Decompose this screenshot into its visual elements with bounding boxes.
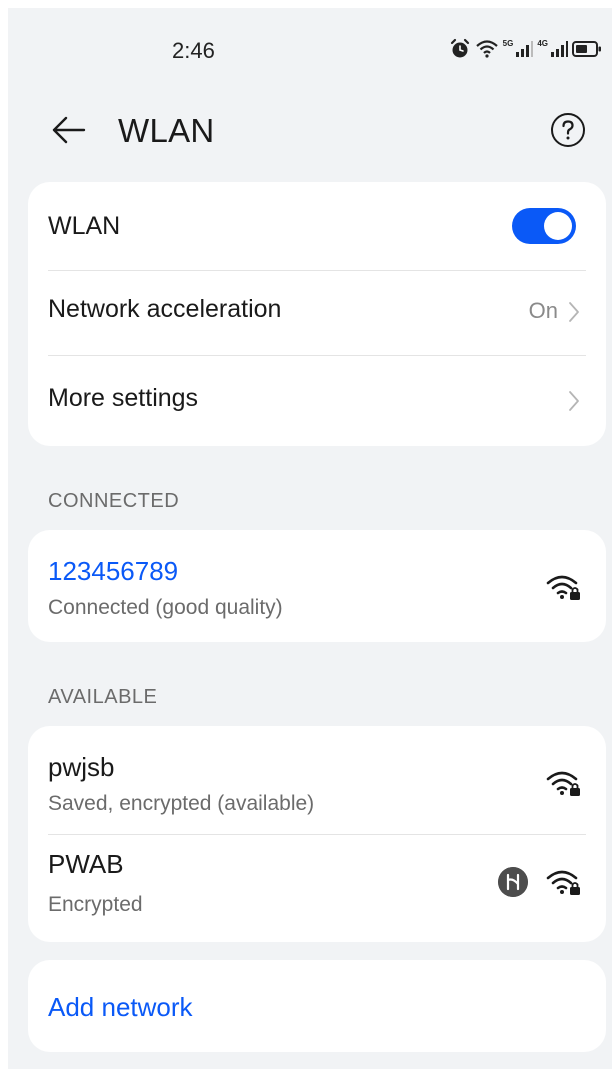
wlan-toggle[interactable] xyxy=(512,208,576,244)
network-name: pwjsb xyxy=(48,752,115,782)
wlan-label: WLAN xyxy=(48,212,121,240)
alarm-icon xyxy=(450,38,469,58)
network-acceleration-label: Network acceleration xyxy=(48,295,282,323)
wifi-lock-icon xyxy=(546,575,580,600)
available-networks-card: pwjsb Saved, encrypted (available) PWAB … xyxy=(28,726,606,942)
chevron-right-icon xyxy=(569,391,579,411)
wifi-lock-icon xyxy=(546,771,580,796)
add-network-card[interactable]: Add network xyxy=(28,960,606,1052)
network-status: Encrypted xyxy=(48,893,143,916)
more-settings-label: More settings xyxy=(48,384,199,412)
network-acceleration-value: On xyxy=(528,298,558,323)
wifi-lock-icon xyxy=(546,870,580,895)
more-settings-row[interactable]: More settings xyxy=(48,356,586,444)
cell-signal-icon xyxy=(516,41,534,57)
question-circle-icon[interactable] xyxy=(550,112,586,148)
connected-network-card[interactable]: 123456789 Connected (good quality) xyxy=(28,530,606,642)
status-time: 2:46 xyxy=(172,38,215,63)
battery-icon xyxy=(572,41,601,57)
network-item[interactable]: pwjsb Saved, encrypted (available) xyxy=(28,726,606,834)
network-item[interactable]: PWAB Encrypted xyxy=(28,835,606,942)
wlan-toggle-row[interactable]: WLAN xyxy=(48,182,586,270)
cell-signal-icon xyxy=(551,41,568,57)
add-network-button[interactable]: Add network xyxy=(48,992,193,1023)
network1-label: 5G xyxy=(502,38,514,48)
toggle-knob xyxy=(544,212,572,240)
network-status: Saved, encrypted (available) xyxy=(48,792,315,815)
available-section-header: AVAILABLE xyxy=(48,686,158,708)
status-icons: 5G 4G xyxy=(449,38,602,60)
wifi-signal-icon xyxy=(475,40,498,58)
connected-section-header: CONNECTED xyxy=(48,490,180,512)
network-name: PWAB xyxy=(48,849,124,879)
network-acceleration-row[interactable]: Network acceleration On xyxy=(48,271,586,355)
connected-network-status: Connected (good quality) xyxy=(48,596,283,619)
connected-network-name: 123456789 xyxy=(48,556,179,586)
wlan-settings-screen: 2:46 5G 4G WLAN WLAN Network acceleratio… xyxy=(8,8,612,1069)
settings-card: WLAN Network acceleration On More settin… xyxy=(28,182,606,446)
network2-label: 4G xyxy=(537,38,548,48)
status-bar: 2:46 5G 4G xyxy=(8,8,612,88)
share-hotspot-icon xyxy=(498,867,528,897)
page-title: WLAN xyxy=(118,112,215,149)
header: WLAN xyxy=(8,98,612,168)
arrow-left-icon[interactable] xyxy=(48,110,88,150)
chevron-right-icon xyxy=(569,302,579,322)
